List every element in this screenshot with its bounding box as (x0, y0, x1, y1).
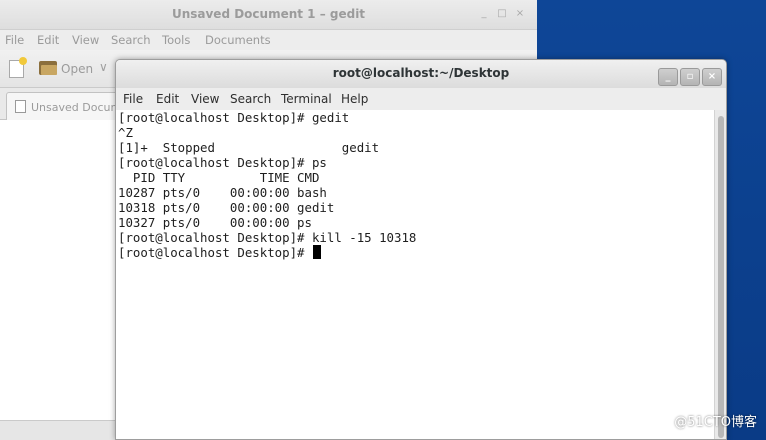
scrollbar-thumb[interactable] (718, 116, 724, 438)
open-button-label[interactable]: Open (61, 62, 93, 76)
terminal-menubar: File Edit View Search Terminal Help (116, 88, 726, 110)
gedit-menu-search[interactable]: Search (111, 33, 151, 47)
terminal-window-title: root@localhost:~/Desktop (332, 66, 510, 80)
terminal-line: 10318 pts/0 00:00:00 gedit (118, 200, 335, 215)
terminal-prompt: [root@localhost Desktop]# (118, 245, 312, 260)
minimize-button[interactable]: _ (658, 68, 678, 86)
gedit-menubar: File Edit View Search Tools Documents (0, 30, 537, 50)
terminal-menu-terminal[interactable]: Terminal (281, 92, 332, 106)
terminal-line: [root@localhost Desktop]# kill -15 10318 (118, 230, 417, 245)
gedit-menu-file[interactable]: File (5, 33, 24, 47)
terminal-line: ^Z (118, 125, 133, 140)
maximize-button[interactable]: ▫ (680, 68, 700, 86)
gedit-minimize-button[interactable]: _ (475, 8, 493, 19)
terminal-line: 10287 pts/0 00:00:00 bash (118, 185, 327, 200)
close-button[interactable]: × (702, 68, 722, 86)
terminal-line: 10327 pts/0 00:00:00 ps (118, 215, 312, 230)
gedit-window-title: Unsaved Document 1 – gedit (171, 7, 366, 21)
terminal-window[interactable]: root@localhost:~/Desktop _ ▫ × File Edit V… (115, 59, 727, 440)
tab-label: Unsaved Docum (31, 101, 122, 114)
document-icon (15, 100, 26, 113)
terminal-output[interactable]: [root@localhost Desktop]# gedit ^Z [1]+ … (116, 110, 714, 439)
terminal-scrollbar[interactable] (714, 110, 726, 439)
terminal-menu-help[interactable]: Help (341, 92, 368, 106)
terminal-line: [root@localhost Desktop]# ps (118, 155, 327, 170)
terminal-line: PID TTY TIME CMD (118, 170, 320, 185)
text-cursor (312, 245, 321, 259)
terminal-line: [root@localhost Desktop]# gedit (118, 110, 350, 125)
terminal-prompt-line[interactable]: [root@localhost Desktop]# (118, 245, 321, 260)
terminal-menu-edit[interactable]: Edit (156, 92, 179, 106)
terminal-line: [1]+ Stopped gedit (118, 140, 380, 155)
gedit-menu-tools[interactable]: Tools (162, 33, 190, 47)
terminal-window-controls: _ ▫ × (656, 64, 722, 86)
gedit-menu-view[interactable]: View (72, 33, 99, 47)
terminal-menu-view[interactable]: View (191, 92, 219, 106)
folder-open-icon[interactable] (39, 61, 57, 75)
gedit-menu-edit[interactable]: Edit (37, 33, 59, 47)
terminal-menu-search[interactable]: Search (230, 92, 271, 106)
terminal-menu-file[interactable]: File (123, 92, 143, 106)
gedit-window-controls: _ □ × (475, 8, 529, 19)
gedit-maximize-button[interactable]: □ (493, 8, 511, 19)
new-document-icon[interactable] (9, 57, 27, 78)
gedit-titlebar[interactable]: Unsaved Document 1 – gedit _ □ × (0, 0, 537, 30)
gedit-close-button[interactable]: × (511, 8, 529, 19)
chevron-down-icon[interactable]: ∨ (99, 60, 108, 74)
watermark: @51CTO博客 (674, 415, 757, 430)
gedit-menu-documents[interactable]: Documents (205, 33, 271, 47)
terminal-titlebar[interactable]: root@localhost:~/Desktop _ ▫ × (116, 60, 726, 88)
